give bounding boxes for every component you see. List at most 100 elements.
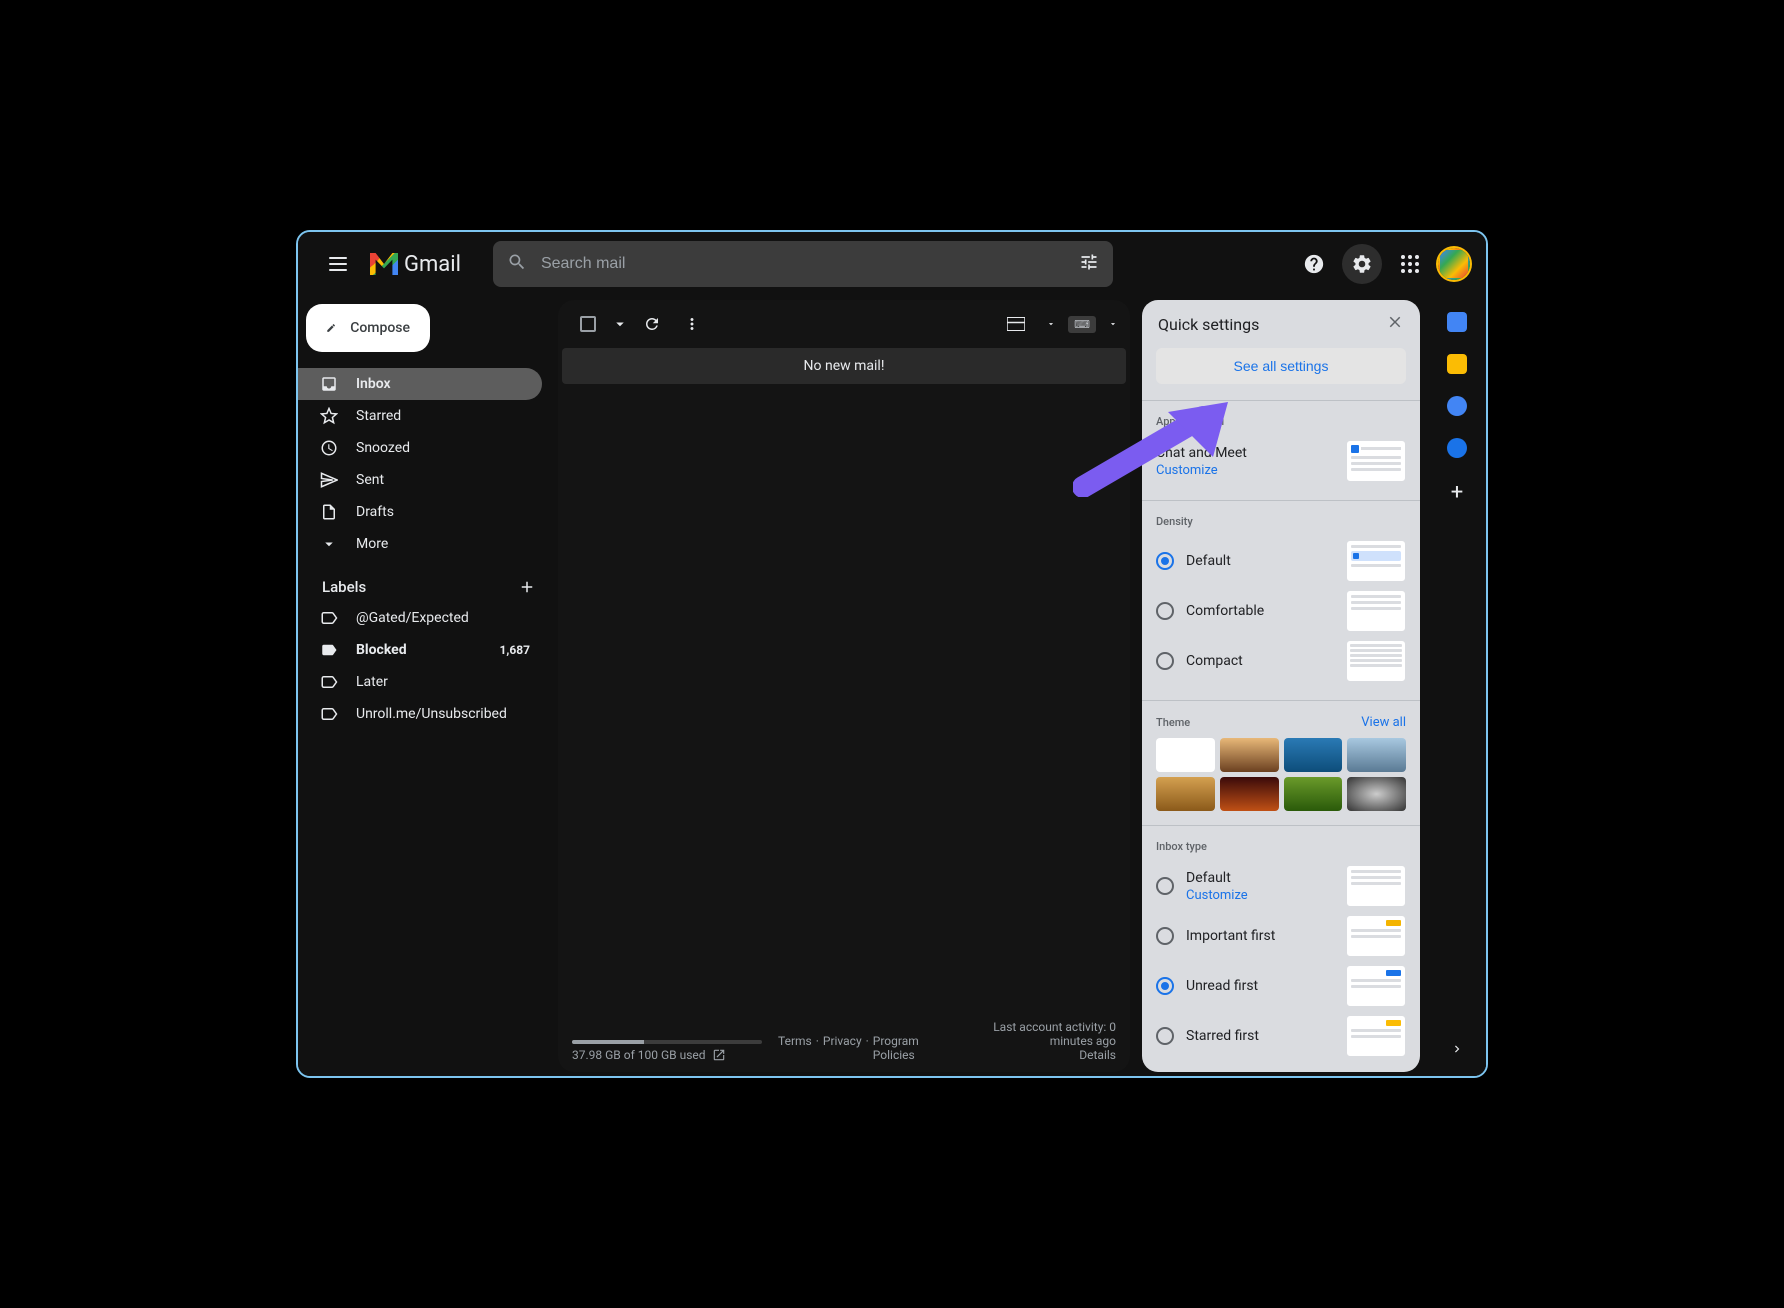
nav-label: Sent: [356, 472, 384, 488]
density-default[interactable]: Default: [1156, 536, 1406, 586]
google-apps-button[interactable]: [1390, 244, 1430, 284]
inbox-label: Default: [1186, 870, 1248, 886]
sidebar-item-drafts[interactable]: Drafts: [298, 496, 542, 528]
theme-section-title: Theme: [1156, 716, 1190, 729]
hide-side-panel[interactable]: [1450, 1042, 1464, 1060]
apps-icon: [1401, 255, 1419, 273]
density-comfortable[interactable]: Comfortable: [1156, 586, 1406, 636]
sidebar-item-more[interactable]: More: [298, 528, 542, 560]
inbox-default[interactable]: Default Customize: [1156, 861, 1406, 911]
details-link[interactable]: Details: [1079, 1048, 1116, 1062]
compose-button[interactable]: Compose: [306, 304, 430, 352]
tasks-addon[interactable]: [1447, 396, 1467, 416]
search-input[interactable]: [541, 255, 1065, 273]
labels-header: Labels: [298, 560, 554, 602]
select-all-checkbox[interactable]: [570, 306, 606, 342]
theme-thumb[interactable]: [1220, 738, 1279, 772]
label-text: Later: [356, 674, 388, 690]
refresh-icon: [643, 315, 661, 333]
keep-addon[interactable]: [1447, 354, 1467, 374]
sidebar-item-starred[interactable]: Starred: [298, 400, 542, 432]
caret-down-icon[interactable]: [1108, 319, 1118, 329]
density-preview: [1346, 590, 1406, 632]
label-later[interactable]: Later: [298, 666, 542, 698]
customize-link[interactable]: Customize: [1186, 888, 1248, 903]
support-button[interactable]: [1294, 244, 1334, 284]
get-addons-button[interactable]: +: [1451, 480, 1463, 505]
contacts-addon[interactable]: [1447, 438, 1467, 458]
radio-icon: [1156, 552, 1174, 570]
refresh-button[interactable]: [634, 306, 670, 342]
label-gated[interactable]: @Gated/Expected: [298, 602, 542, 634]
split-pane-toggle[interactable]: [998, 306, 1034, 342]
radio-icon: [1156, 652, 1174, 670]
split-icon: [1007, 317, 1025, 331]
inbox-important[interactable]: Important first: [1156, 911, 1406, 961]
theme-thumb[interactable]: [1156, 738, 1215, 772]
chevron-down-icon: [320, 535, 338, 553]
sidebar-item-inbox[interactable]: Inbox: [298, 368, 542, 400]
gmail-logo[interactable]: Gmail: [370, 252, 461, 277]
nav-label: Snoozed: [356, 440, 410, 456]
gear-icon: [1351, 253, 1373, 275]
view-all-themes-link[interactable]: View all: [1361, 715, 1406, 730]
open-in-new-icon[interactable]: [712, 1048, 726, 1062]
more-button[interactable]: [674, 306, 710, 342]
close-icon: [1386, 313, 1404, 331]
label-unroll[interactable]: Unroll.me/Unsubscribed: [298, 698, 542, 730]
theme-thumb[interactable]: [1347, 738, 1406, 772]
privacy-link[interactable]: Privacy: [823, 1034, 862, 1062]
inbox-starred[interactable]: Starred first: [1156, 1011, 1406, 1061]
program-link[interactable]: Program Policies: [873, 1034, 937, 1062]
sidebar-item-snoozed[interactable]: Snoozed: [298, 432, 542, 464]
radio-icon: [1156, 602, 1174, 620]
gmail-icon: [370, 253, 398, 275]
density-label: Default: [1186, 553, 1231, 569]
storage-text: 37.98 GB of 100 GB used: [572, 1048, 706, 1062]
labels-title: Labels: [322, 578, 366, 596]
inbox-preview: [1346, 1015, 1406, 1057]
clock-icon: [320, 439, 338, 457]
theme-grid: [1156, 738, 1406, 811]
main-menu-button[interactable]: [314, 240, 362, 288]
pencil-icon: [326, 318, 336, 338]
label-text: Unroll.me/Unsubscribed: [356, 706, 507, 722]
sidebar: Compose Inbox Starred Snoozed Sent Draft…: [298, 296, 554, 1076]
app-name: Gmail: [404, 252, 461, 277]
inbox-unread[interactable]: Unread first: [1156, 961, 1406, 1011]
density-preview: [1346, 540, 1406, 582]
sidebar-item-sent[interactable]: Sent: [298, 464, 542, 496]
chat-meet-row[interactable]: Chat and Meet Customize: [1156, 436, 1406, 486]
side-panel: +: [1432, 300, 1482, 1072]
quick-settings-panel: Quick settings See all settings Apps in …: [1142, 300, 1420, 1072]
caret-down-icon[interactable]: [1046, 319, 1056, 329]
theme-thumb[interactable]: [1220, 777, 1279, 811]
calendar-addon[interactable]: [1447, 312, 1467, 332]
theme-thumb[interactable]: [1156, 777, 1215, 811]
see-all-settings-button[interactable]: See all settings: [1156, 348, 1406, 384]
radio-icon: [1156, 1027, 1174, 1045]
add-label-button[interactable]: [518, 578, 536, 596]
density-preview: [1346, 640, 1406, 682]
search-options-icon[interactable]: [1079, 252, 1099, 276]
label-icon: [320, 609, 338, 627]
close-button[interactable]: [1386, 313, 1404, 335]
terms-link[interactable]: Terms: [778, 1034, 812, 1062]
apps-section-title: Apps in Gmail: [1156, 415, 1406, 428]
account-avatar[interactable]: [1438, 248, 1470, 280]
activity-text: Last account activity: 0 minutes ago: [952, 1020, 1116, 1048]
select-dropdown[interactable]: [610, 306, 630, 342]
label-blocked[interactable]: Blocked 1,687: [298, 634, 542, 666]
file-icon: [320, 503, 338, 521]
search-bar[interactable]: [493, 241, 1113, 287]
compose-label: Compose: [350, 320, 410, 336]
checkbox-icon: [580, 316, 596, 332]
mail-panel: ⌨ No new mail! 37.98 GB of 100 GB used T…: [558, 300, 1130, 1072]
theme-thumb[interactable]: [1284, 777, 1343, 811]
input-tools-button[interactable]: ⌨: [1068, 316, 1096, 333]
theme-thumb[interactable]: [1347, 777, 1406, 811]
customize-link[interactable]: Customize: [1156, 463, 1247, 478]
settings-button[interactable]: [1342, 244, 1382, 284]
theme-thumb[interactable]: [1284, 738, 1343, 772]
density-compact[interactable]: Compact: [1156, 636, 1406, 686]
